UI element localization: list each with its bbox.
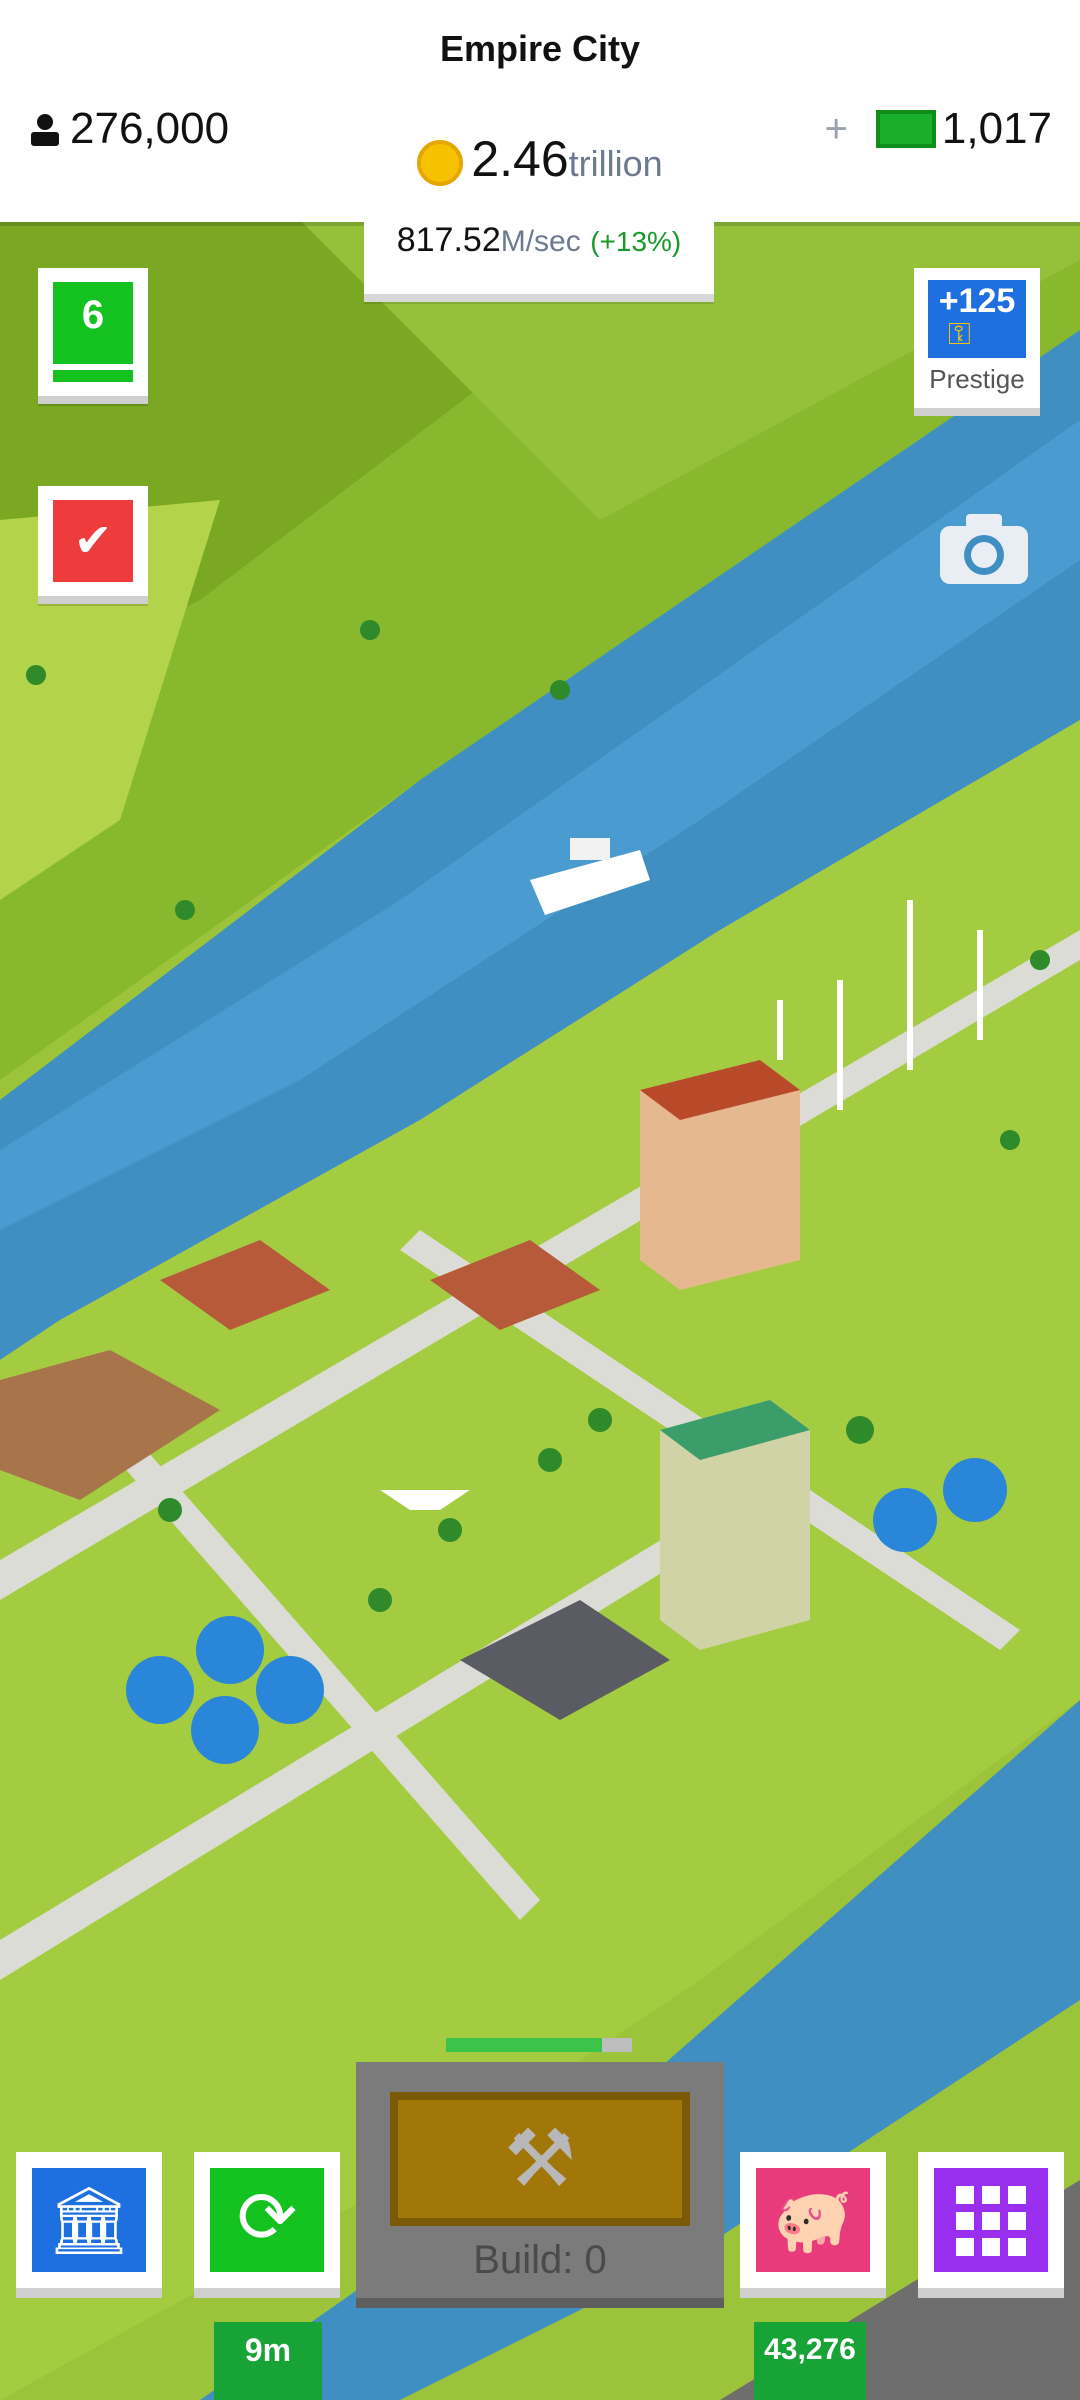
build-progress-fill <box>446 2038 603 2052</box>
clock-refresh-icon: ⟳ <box>210 2168 324 2272</box>
checkmark-icon: ✔ <box>53 500 133 582</box>
piggy-amount: 43,276 <box>754 2322 866 2400</box>
cash-bill-icon <box>875 110 936 148</box>
build-progress-track <box>446 2038 632 2052</box>
gold-coin-icon <box>417 139 464 186</box>
camera-icon[interactable] <box>934 508 1034 588</box>
boost-timer: 9m <box>214 2322 322 2400</box>
piggy-bank-button[interactable]: 🐖 <box>740 2152 886 2298</box>
prestige-amount: +125 <box>928 280 1026 358</box>
add-cash-button[interactable]: + <box>825 107 848 152</box>
city-name: Empire City <box>439 28 641 69</box>
income-unit: M/sec <box>500 225 581 258</box>
level-button[interactable]: 6 <box>38 268 148 404</box>
cash-amount: 1,017 <box>941 104 1052 153</box>
prestige-button[interactable]: +125 ⚿ Prestige <box>914 268 1040 416</box>
top-status-bar: Empire City 276,000 2.46trillion + 1,017 <box>0 0 1080 222</box>
income-amount: 817.52 <box>396 221 501 259</box>
piggy-bank-icon: 🐖 <box>756 2168 870 2272</box>
key-icon: ⚿ <box>948 318 971 351</box>
time-boost-button[interactable]: ⟳ <box>194 2152 340 2298</box>
bank-icon: 🏛 <box>32 2168 146 2272</box>
menu-button[interactable] <box>918 2152 1064 2298</box>
build-slot: ⚒ <box>390 2092 690 2226</box>
prestige-label: Prestige <box>929 364 1025 394</box>
gold-amount: 2.46 <box>471 131 569 187</box>
bank-button[interactable]: 🏛 <box>16 2152 162 2298</box>
income-bonus: (+13%) <box>590 226 682 257</box>
gold-unit: trillion <box>568 143 663 184</box>
cash-counter[interactable]: + 1,017 <box>825 104 1052 154</box>
level-progress-bar <box>53 370 133 382</box>
tasks-button[interactable]: ✔ <box>38 486 148 604</box>
grid-menu-icon <box>934 2168 1048 2272</box>
level-value: 6 <box>53 282 133 364</box>
build-label: Build: 0 <box>473 2238 607 2282</box>
build-button[interactable]: ⚒ Build: 0 <box>356 2062 724 2308</box>
income-rate-panel[interactable]: 817.52M/sec (+13%) <box>364 212 714 302</box>
hammer-icon: ⚒ <box>504 2114 576 2203</box>
